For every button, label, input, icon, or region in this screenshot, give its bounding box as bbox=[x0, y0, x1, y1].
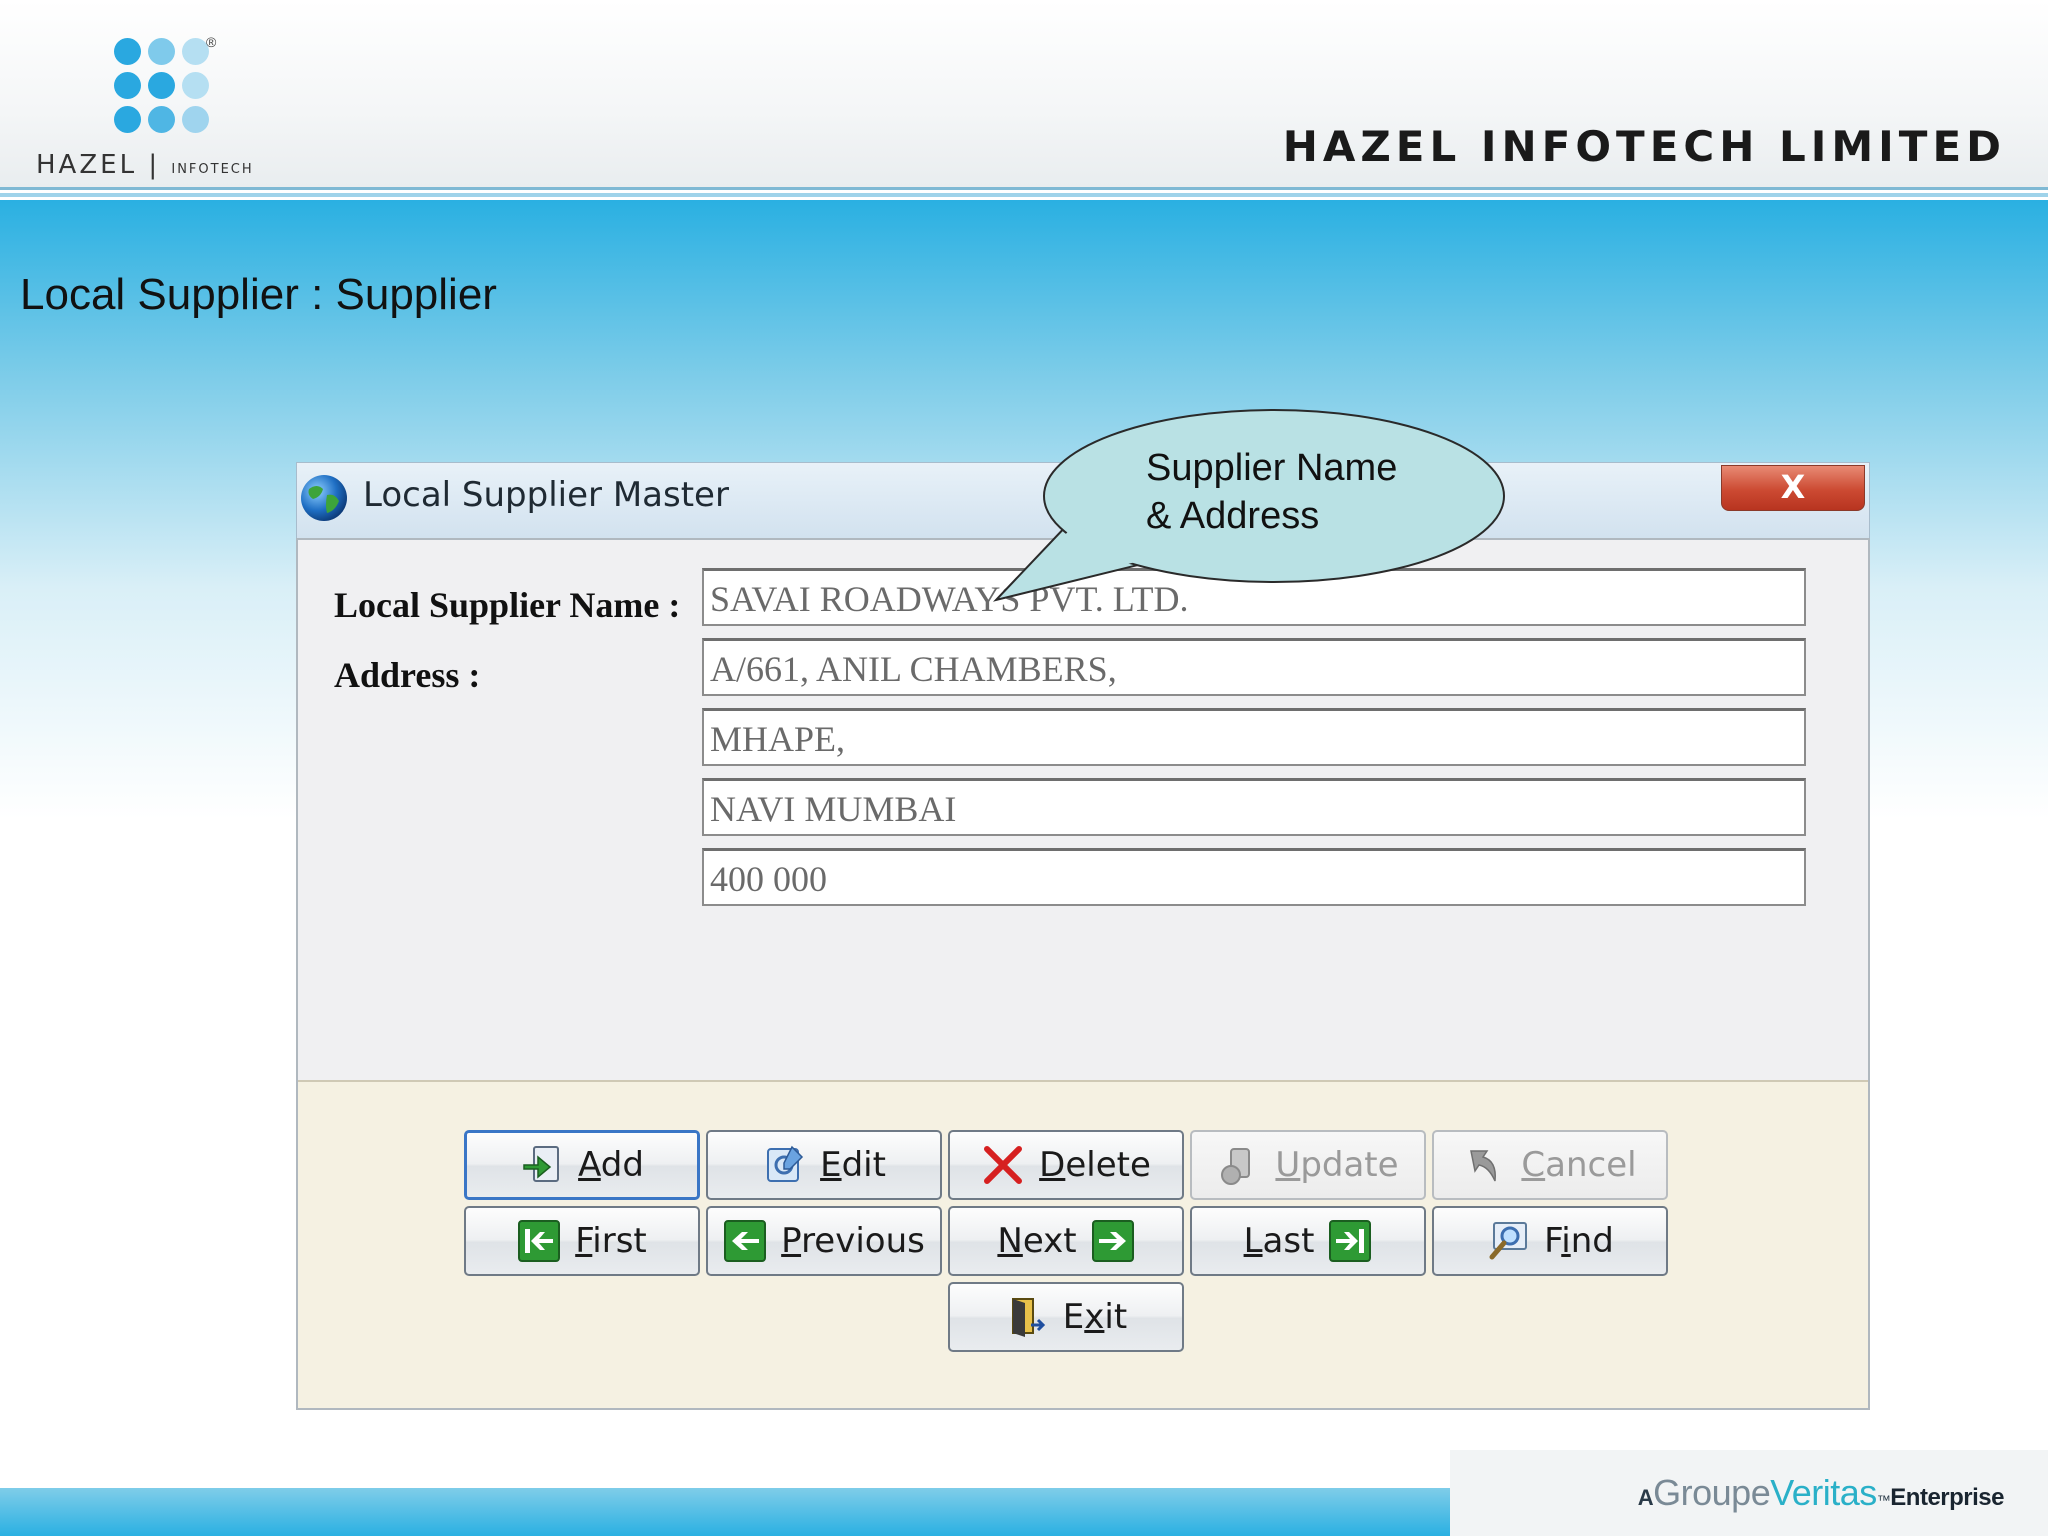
supplier-name-label: Local Supplier Name : bbox=[334, 585, 681, 625]
last-button[interactable]: Last bbox=[1190, 1206, 1426, 1276]
first-button-label: First bbox=[575, 1221, 647, 1261]
previous-button[interactable]: Previous bbox=[706, 1206, 942, 1276]
button-area: Add Edit Delete Update Cancel First Prev… bbox=[298, 1080, 1868, 1408]
logo-name: HAZEL bbox=[36, 150, 138, 180]
find-button[interactable]: Find bbox=[1432, 1206, 1668, 1276]
first-record-icon bbox=[518, 1220, 561, 1262]
delete-x-icon bbox=[984, 1146, 1023, 1184]
cancel-button-label: Cancel bbox=[1521, 1145, 1637, 1185]
edit-icon bbox=[767, 1145, 804, 1182]
update-button[interactable]: Update bbox=[1190, 1130, 1426, 1200]
slide-header: ® HAZEL | INFOTECH HAZEL INFOTECH LIMITE… bbox=[0, 0, 2048, 197]
logo-text: HAZEL | INFOTECH bbox=[36, 150, 254, 180]
address-line-4-input[interactable]: 400 000 bbox=[702, 848, 1806, 906]
callout-line-1: Supplier Name bbox=[1146, 447, 1398, 489]
previous-button-label: Previous bbox=[781, 1221, 925, 1261]
edit-button-label: Edit bbox=[820, 1145, 886, 1185]
cancel-undo-icon bbox=[1470, 1150, 1497, 1182]
footer-brand: AGroupeVeritas™Enterprise bbox=[1450, 1450, 2048, 1536]
close-button[interactable]: X bbox=[1721, 465, 1865, 511]
exit-button-label: Exit bbox=[1062, 1297, 1128, 1337]
exit-button[interactable]: Exit bbox=[948, 1282, 1184, 1352]
footer-bar bbox=[0, 1488, 1450, 1536]
globe-icon bbox=[301, 475, 347, 521]
logo-sub: INFOTECH bbox=[171, 162, 254, 177]
add-button-label: Add bbox=[578, 1145, 644, 1185]
first-button[interactable]: First bbox=[464, 1206, 700, 1276]
groupe-veritas-logo: AGroupeVeritas™Enterprise bbox=[1637, 1472, 2005, 1513]
next-button[interactable]: Next bbox=[948, 1206, 1184, 1276]
exit-door-icon bbox=[1011, 1298, 1045, 1337]
window-title: Local Supplier Master bbox=[363, 475, 729, 515]
delete-button[interactable]: Delete bbox=[948, 1130, 1184, 1200]
company-title: HAZEL INFOTECH LIMITED bbox=[1282, 122, 2006, 171]
add-button[interactable]: Add bbox=[464, 1130, 700, 1200]
window-frame: Local Supplier Name : Address : SAVAI RO… bbox=[296, 538, 1870, 1410]
address-line-2-input[interactable]: MHAPE, bbox=[702, 708, 1806, 766]
edit-button[interactable]: Edit bbox=[706, 1130, 942, 1200]
previous-arrow-icon bbox=[724, 1220, 767, 1262]
registered-mark: ® bbox=[206, 34, 217, 50]
next-button-label: Next bbox=[997, 1221, 1077, 1261]
address-line-1-input[interactable]: A/661, ANIL CHAMBERS, bbox=[702, 638, 1806, 696]
logo-dots-icon bbox=[114, 38, 224, 138]
address-label: Address : bbox=[334, 655, 481, 695]
address-line-3-input[interactable]: NAVI MUMBAI bbox=[702, 778, 1806, 836]
find-magnifier-icon bbox=[1489, 1222, 1528, 1260]
add-icon bbox=[523, 1146, 560, 1182]
last-record-icon bbox=[1329, 1220, 1372, 1262]
find-button-label: Find bbox=[1544, 1221, 1614, 1261]
slide-title: Local Supplier : Supplier bbox=[20, 270, 497, 319]
last-button-label: Last bbox=[1243, 1221, 1315, 1261]
update-icon bbox=[1221, 1148, 1251, 1185]
update-button-label: Update bbox=[1275, 1145, 1399, 1185]
hazel-logo: ® HAZEL | INFOTECH bbox=[36, 34, 296, 184]
delete-button-label: Delete bbox=[1039, 1145, 1151, 1185]
callout-text: Supplier Name & Address bbox=[1146, 444, 1397, 540]
cancel-button[interactable]: Cancel bbox=[1432, 1130, 1668, 1200]
callout-line-2: & Address bbox=[1146, 495, 1320, 537]
next-arrow-icon bbox=[1091, 1220, 1134, 1262]
